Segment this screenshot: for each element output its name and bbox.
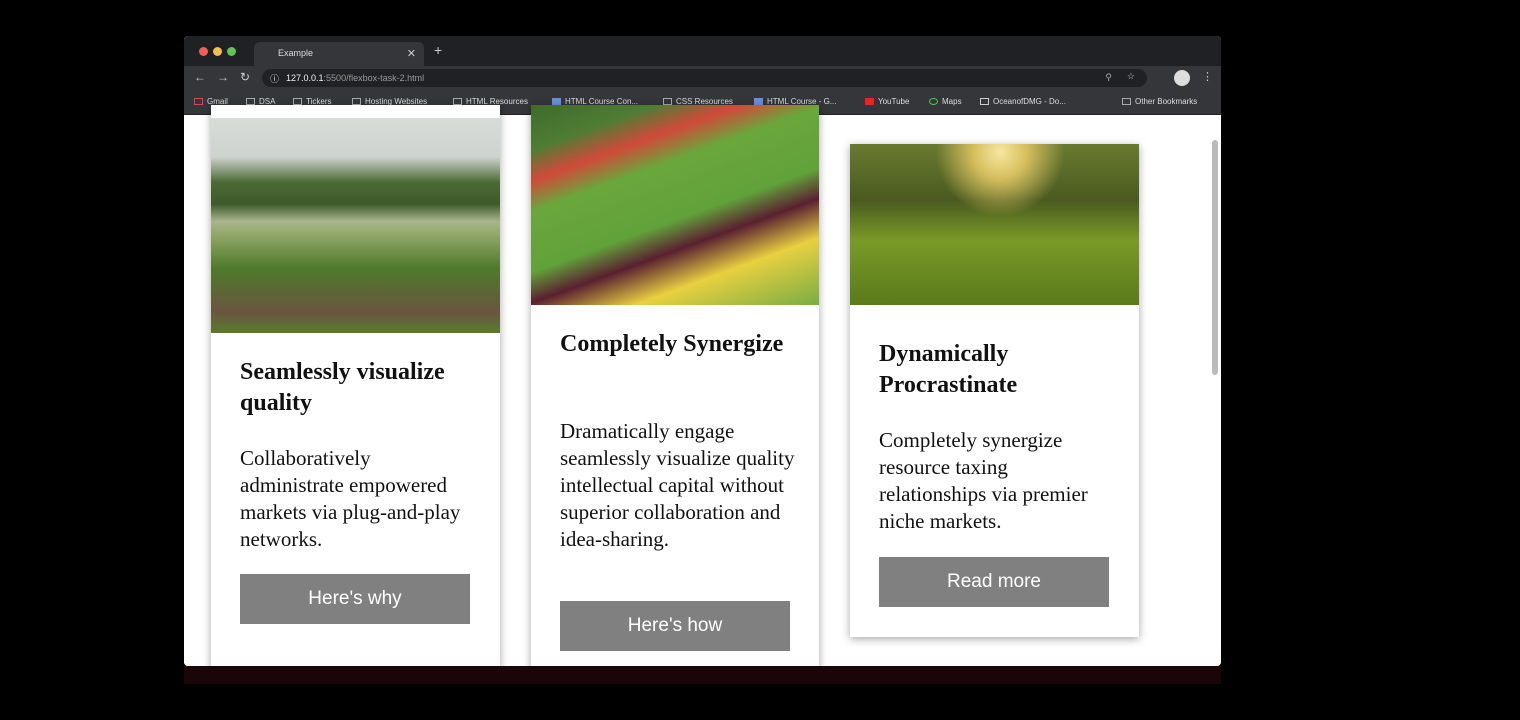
sunlit-park-image <box>850 144 1139 305</box>
read-more-button[interactable]: Read more <box>879 557 1109 607</box>
card-text: Completely synergize resource taxing rel… <box>879 428 1088 533</box>
url-host: 127.0.0.1 <box>286 73 324 83</box>
scrollbar-thumb[interactable] <box>1212 140 1218 375</box>
card-text: Dramatically engage seamlessly visualize… <box>560 419 795 551</box>
card-2: Completely Synergize Dramatically engage… <box>531 105 819 666</box>
card-3: Dynamically Procrastinate Completely syn… <box>850 144 1139 637</box>
menu-icon[interactable]: ⋮ <box>1202 70 1213 83</box>
card-title: Dynamically Procrastinate <box>879 341 1018 398</box>
park-image <box>211 118 500 333</box>
minimize-window-button[interactable] <box>213 47 222 56</box>
page-content: Seamlessly visualize quality Collaborati… <box>184 105 1221 666</box>
info-icon[interactable]: ⓘ <box>270 72 279 85</box>
dock-strip <box>184 666 1221 684</box>
profile-avatar[interactable] <box>1174 70 1190 86</box>
url-path: :5500/flexbox-task-2.html <box>323 73 425 83</box>
maximize-window-button[interactable] <box>227 47 236 56</box>
zoom-icon[interactable]: ⚲ <box>1105 72 1112 83</box>
new-tab-icon[interactable]: + <box>434 42 442 58</box>
forward-icon[interactable]: → <box>217 70 229 84</box>
tab-bar: Example ✕ + <box>184 36 1221 66</box>
card-title: Seamlessly visualize quality <box>240 359 445 416</box>
card-1: Seamlessly visualize quality Collaborati… <box>211 105 500 666</box>
bookmark-oceanofdmg[interactable]: OceanofDMG - Do... <box>980 97 1066 106</box>
close-tab-icon[interactable]: ✕ <box>407 47 416 60</box>
reload-icon[interactable]: ↻ <box>240 70 250 84</box>
bookmark-other-bookmarks[interactable]: Other Bookmarks <box>1122 97 1197 106</box>
star-icon[interactable]: ☆ <box>1127 71 1135 82</box>
tab-title: Example <box>278 48 314 58</box>
browser-window: Example ✕ + ← → ↻ ⓘ 127.0.0.1:5500/flexbox… <box>184 36 1221 666</box>
back-icon[interactable]: ← <box>194 70 206 84</box>
heres-how-button[interactable]: Here's how <box>560 601 790 651</box>
flower-garden-image <box>531 105 819 305</box>
tab-example[interactable]: Example ✕ <box>254 42 424 66</box>
url-input[interactable]: ⓘ 127.0.0.1:5500/flexbox-task-2.html ⚲ ☆ <box>262 69 1147 87</box>
address-bar: ← → ↻ ⓘ 127.0.0.1:5500/flexbox-task-2.htm… <box>184 66 1221 90</box>
bookmark-youtube[interactable]: YouTube <box>865 97 909 106</box>
heres-why-button[interactable]: Here's why <box>240 574 470 624</box>
bookmark-maps[interactable]: Maps <box>929 97 962 106</box>
close-window-button[interactable] <box>199 47 208 56</box>
card-title: Completely Synergize <box>560 331 784 357</box>
card-text: Collaboratively administrate empowered m… <box>240 446 461 551</box>
